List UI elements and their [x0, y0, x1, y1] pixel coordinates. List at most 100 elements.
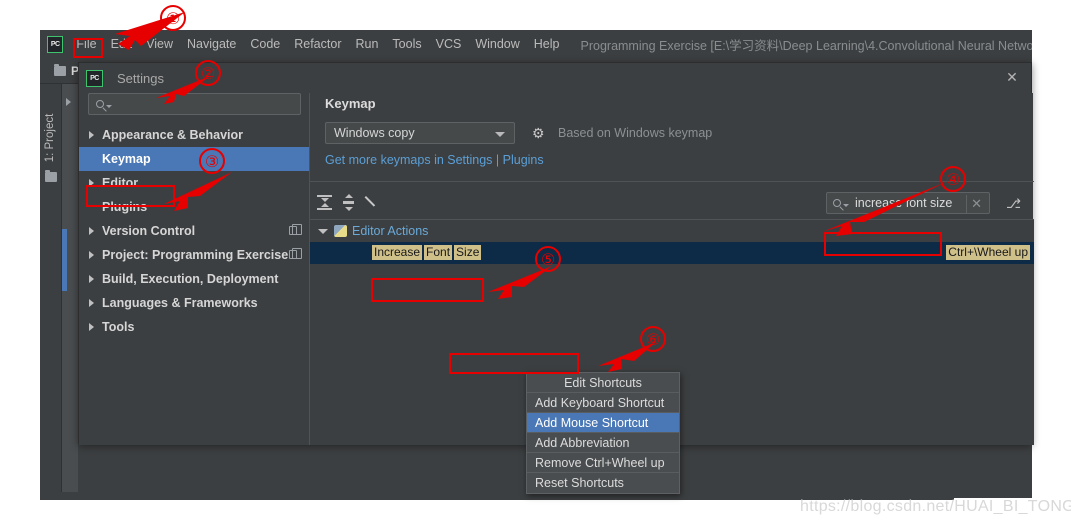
divider	[966, 195, 967, 213]
menu-item-refactor[interactable]: Refactor	[287, 34, 348, 54]
search-icon	[96, 100, 104, 108]
sidebar-item-tools[interactable]: Tools	[79, 315, 309, 339]
sidebar-item-appearance-behavior[interactable]: Appearance & Behavior	[79, 123, 309, 147]
folder-icon	[45, 170, 57, 182]
pencil-icon[interactable]	[364, 194, 381, 211]
sidebar-item-label: Languages & Frameworks	[102, 296, 258, 310]
keymap-shortcut-label: Ctrl+\Wheel up	[946, 245, 1030, 260]
close-icon[interactable]: ✕	[1005, 70, 1019, 85]
based-on-label: Based on Windows keymap	[558, 126, 713, 140]
collapse-all-icon[interactable]	[340, 194, 357, 211]
keymap-group-label: Editor Actions	[352, 224, 429, 238]
keymap-group-editor-actions[interactable]: Editor Actions	[310, 220, 1034, 242]
chevron-right-icon	[89, 131, 94, 139]
pycharm-logo-icon: PC	[47, 35, 64, 53]
chevron-right-icon	[89, 179, 94, 187]
menu-item-file[interactable]: File	[69, 34, 103, 54]
keymap-search-input[interactable]: increase font size ✕	[826, 192, 990, 214]
screenshot-root: PC File Edit View Navigate Code Refactor…	[0, 0, 1071, 525]
match-part-2: Font	[424, 245, 453, 260]
sidebar-item-label: Editor	[102, 176, 139, 190]
pycharm-logo-icon: PC	[86, 69, 103, 87]
menu-item-navigate[interactable]: Navigate	[180, 34, 243, 54]
folder-icon	[54, 63, 66, 76]
menu-item-help[interactable]: Help	[527, 34, 567, 54]
dialog-title: Settings	[117, 70, 164, 86]
watermark: https://blog.csdn.net/HUAI_BI_TONG	[800, 498, 1071, 515]
search-icon	[833, 199, 841, 207]
chevron-right-icon	[89, 227, 94, 235]
sidebar-item-build-execution-deployment[interactable]: Build, Execution, Deployment	[79, 267, 309, 291]
chevron-right-icon	[89, 299, 94, 307]
menu-item-tools[interactable]: Tools	[385, 34, 428, 54]
keymap-toolbar: increase font size ✕ ⎇	[310, 189, 1034, 219]
chevron-right-icon	[89, 323, 94, 331]
menu-item-view[interactable]: View	[139, 34, 180, 54]
project-panel-background	[62, 84, 78, 498]
context-menu-item-add-keyboard-shortcut[interactable]: Add Keyboard Shortcut	[527, 393, 679, 413]
clear-icon[interactable]: ✕	[971, 196, 982, 212]
page-title: Keymap	[325, 96, 376, 111]
sidebar-item-project[interactable]: Project: Programming Exercise	[79, 243, 309, 267]
chevron-right-icon	[89, 275, 94, 283]
context-menu-item-add-mouse-shortcut[interactable]: Add Mouse Shortcut	[527, 413, 679, 433]
copy-icon	[289, 224, 302, 235]
gear-icon[interactable]: ⚙	[532, 126, 546, 140]
chevron-right-icon	[89, 251, 94, 259]
sidebar-item-label: Tools	[102, 320, 135, 334]
keymap-action-label: Increase Font Size	[372, 245, 482, 260]
keymap-select[interactable]: Windows copy	[325, 122, 515, 144]
keymap-action-row-increase-font-size[interactable]: Increase Font Size Ctrl+\Wheel up	[310, 242, 1034, 264]
sidebar-item-label: Version Control	[102, 224, 196, 238]
chevron-placeholder-icon	[89, 155, 94, 163]
settings-dialog: PC Settings ✕ Appearance & Behavior Keym…	[78, 62, 1034, 494]
context-menu: Edit Shortcuts Add Keyboard Shortcut Add…	[526, 372, 680, 494]
get-more-keymaps-link[interactable]: Get more keymaps in Settings | Plugins	[325, 153, 544, 167]
context-menu-item-add-abbreviation[interactable]: Add Abbreviation	[527, 433, 679, 453]
menu-item-code[interactable]: Code	[243, 34, 287, 54]
selection-marker	[62, 229, 67, 291]
menu-item-vcs[interactable]: VCS	[429, 34, 469, 54]
settings-tree: Appearance & Behavior Keymap Editor Plug…	[79, 123, 309, 339]
sidebar-item-languages-frameworks[interactable]: Languages & Frameworks	[79, 291, 309, 315]
left-tool-strip: 1: Project	[40, 84, 62, 498]
chevron-down-icon	[495, 132, 505, 137]
match-part-1: Increase	[372, 245, 423, 260]
keymap-select-value: Windows copy	[334, 126, 415, 140]
chevron-placeholder-icon	[89, 203, 94, 211]
context-menu-item-remove-shortcut[interactable]: Remove Ctrl+Wheel up	[527, 453, 679, 473]
divider	[310, 181, 1034, 182]
menu-bar: PC File Edit View Navigate Code Refactor…	[40, 30, 1032, 58]
menu-item-window[interactable]: Window	[468, 34, 526, 54]
tool-window-tab-project[interactable]: 1: Project	[40, 105, 60, 171]
sidebar-item-version-control[interactable]: Version Control	[79, 219, 309, 243]
chevron-right-icon	[66, 98, 71, 106]
settings-category-panel: Appearance & Behavior Keymap Editor Plug…	[79, 93, 309, 445]
settings-search-input[interactable]	[88, 93, 301, 115]
editor-actions-icon	[334, 225, 347, 237]
copy-icon	[289, 248, 302, 259]
context-menu-header-edit-shortcuts: Edit Shortcuts	[527, 373, 679, 393]
expand-all-icon[interactable]	[316, 194, 333, 211]
sidebar-item-label: Plugins	[102, 200, 148, 214]
sidebar-item-editor[interactable]: Editor	[79, 171, 309, 195]
chevron-down-icon	[318, 228, 328, 234]
sidebar-item-keymap[interactable]: Keymap	[79, 147, 309, 171]
sidebar-item-label: Keymap	[102, 152, 151, 166]
keymap-search-value: increase font size	[855, 196, 953, 210]
sidebar-item-label: Build, Execution, Deployment	[102, 272, 279, 286]
chevron-down-icon	[843, 204, 849, 207]
sidebar-item-label: Project: Programming Exercise	[102, 248, 289, 262]
sidebar-item-label: Appearance & Behavior	[102, 128, 244, 142]
match-part-3: Size	[454, 245, 482, 260]
keyboard-filter-icon[interactable]: ⎇	[1006, 196, 1021, 211]
sidebar-item-plugins[interactable]: Plugins	[79, 195, 309, 219]
chevron-down-icon	[106, 105, 112, 108]
window-title: Programming Exercise [E:\学习资料\Deep Learn…	[580, 38, 1033, 53]
annotation-marker-1: ①	[160, 5, 186, 31]
context-menu-item-reset-shortcuts[interactable]: Reset Shortcuts	[527, 473, 679, 493]
dialog-title-bar: PC Settings	[79, 63, 1031, 93]
menu-item-edit[interactable]: Edit	[104, 34, 140, 54]
ide-window: PC File Edit View Navigate Code Refactor…	[40, 30, 1034, 498]
menu-item-run[interactable]: Run	[348, 34, 385, 54]
